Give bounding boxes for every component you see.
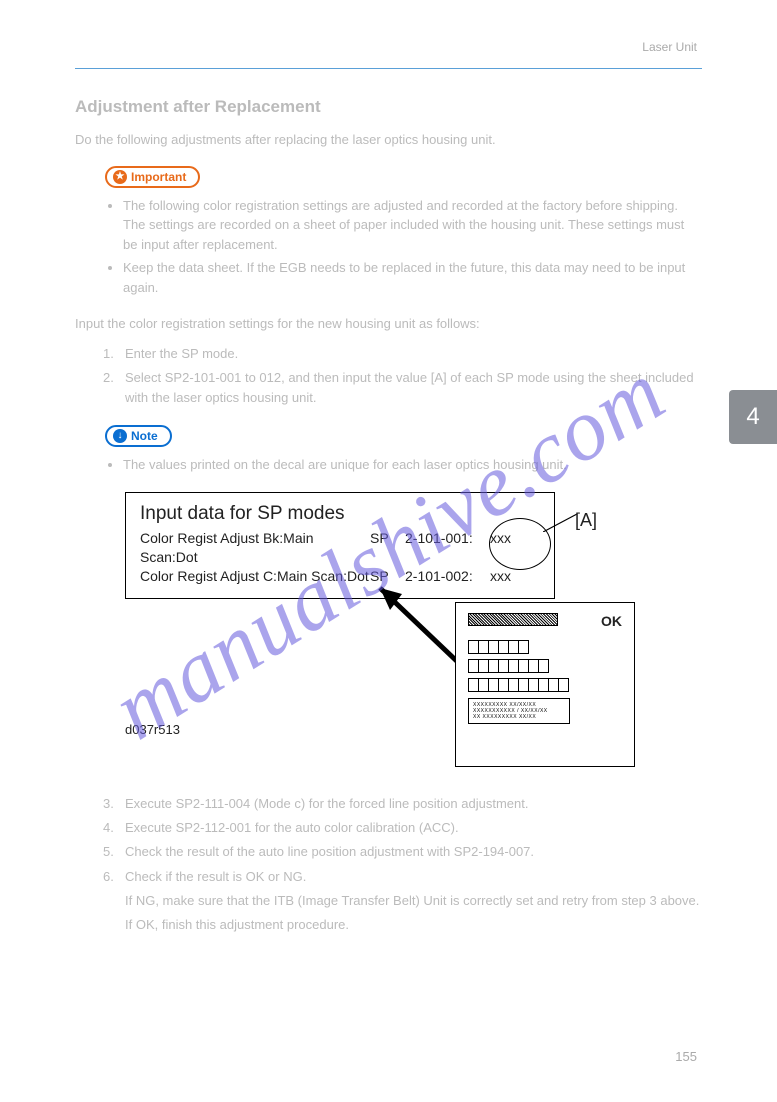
step-item: If NG, make sure that the ITB (Image Tra… [103,891,702,911]
chapter-tab: 4 [729,390,777,444]
down-arrow-icon: ↓ [113,429,127,443]
top-rule [75,68,702,69]
steps-title: Input the color registration settings fo… [75,315,702,334]
figure: Input data for SP modes Color Regist Adj… [125,492,655,782]
sp-box-title: Input data for SP modes [140,503,540,525]
sp-row: Color Regist Adjust Bk:Main Scan:Dot SP … [140,529,540,567]
star-icon: ★ [113,170,127,184]
panel-row [468,659,622,673]
page-footer: 155 [0,1049,777,1064]
important-badge: ★ Important [105,166,200,188]
step-item: 2. Select SP2-101-001 to 012, and then i… [103,368,702,408]
sp-row-code: 2-101-001: [405,529,490,567]
note-bullet: The values printed on the decal are uniq… [123,455,702,475]
important-bullet: The following color registration setting… [123,196,702,255]
intro-paragraph: Do the following adjustments after repla… [75,131,702,150]
decal-panel: OK XXXXXXXXX XX/XX/XXXXXXXXXXXXX / XX/XX… [455,602,635,767]
step-list: 1. Enter the SP mode. 2. Select SP2-101-… [103,344,702,408]
note-label: Note [131,429,158,443]
step-text: Enter the SP mode. [125,344,238,364]
step-item: 6.Check if the result is OK or NG. [103,867,702,887]
step-item: If OK, finish this adjustment procedure. [103,915,702,935]
header-right: Laser Unit [642,40,697,54]
callout-circle [489,518,551,570]
step-number: 1. [103,344,125,364]
sp-row-desc: Color Regist Adjust Bk:Main Scan:Dot [140,529,370,567]
panel-title-bar [468,613,558,626]
section-title: Adjustment after Replacement [75,97,702,117]
step-number: 2. [103,368,125,408]
panel-row [468,678,622,692]
important-bullets: The following color registration setting… [123,196,702,298]
sp-row-desc: Color Regist Adjust C:Main Scan:Dot [140,567,370,586]
step-text: Select SP2-101-001 to 012, and then inpu… [125,368,702,408]
sp-row-sp: SP [370,529,405,567]
callout-label-a: [A] [575,510,597,531]
note-bullets: The values printed on the decal are uniq… [123,455,702,475]
figure-id: d037r513 [125,722,180,737]
step-item: 4.Execute SP2-112-001 for the auto color… [103,818,702,838]
panel-row [468,640,622,654]
note-badge: ↓ Note [105,425,172,447]
panel-data-rows [468,640,622,692]
post-step-list: 3.Execute SP2-111-004 (Mode c) for the f… [103,794,702,935]
step-item: 1. Enter the SP mode. [103,344,702,364]
important-bullet: Keep the data sheet. If the EGB needs to… [123,258,702,297]
panel-ok-label: OK [601,613,622,629]
step-item: 3.Execute SP2-111-004 (Mode c) for the f… [103,794,702,814]
panel-fine-print: XXXXXXXXX XX/XX/XXXXXXXXXXXXX / XX/XX/XX… [468,698,570,724]
important-label: Important [131,170,186,184]
step-item: 5.Check the result of the auto line posi… [103,842,702,862]
page-number: 155 [675,1049,697,1064]
